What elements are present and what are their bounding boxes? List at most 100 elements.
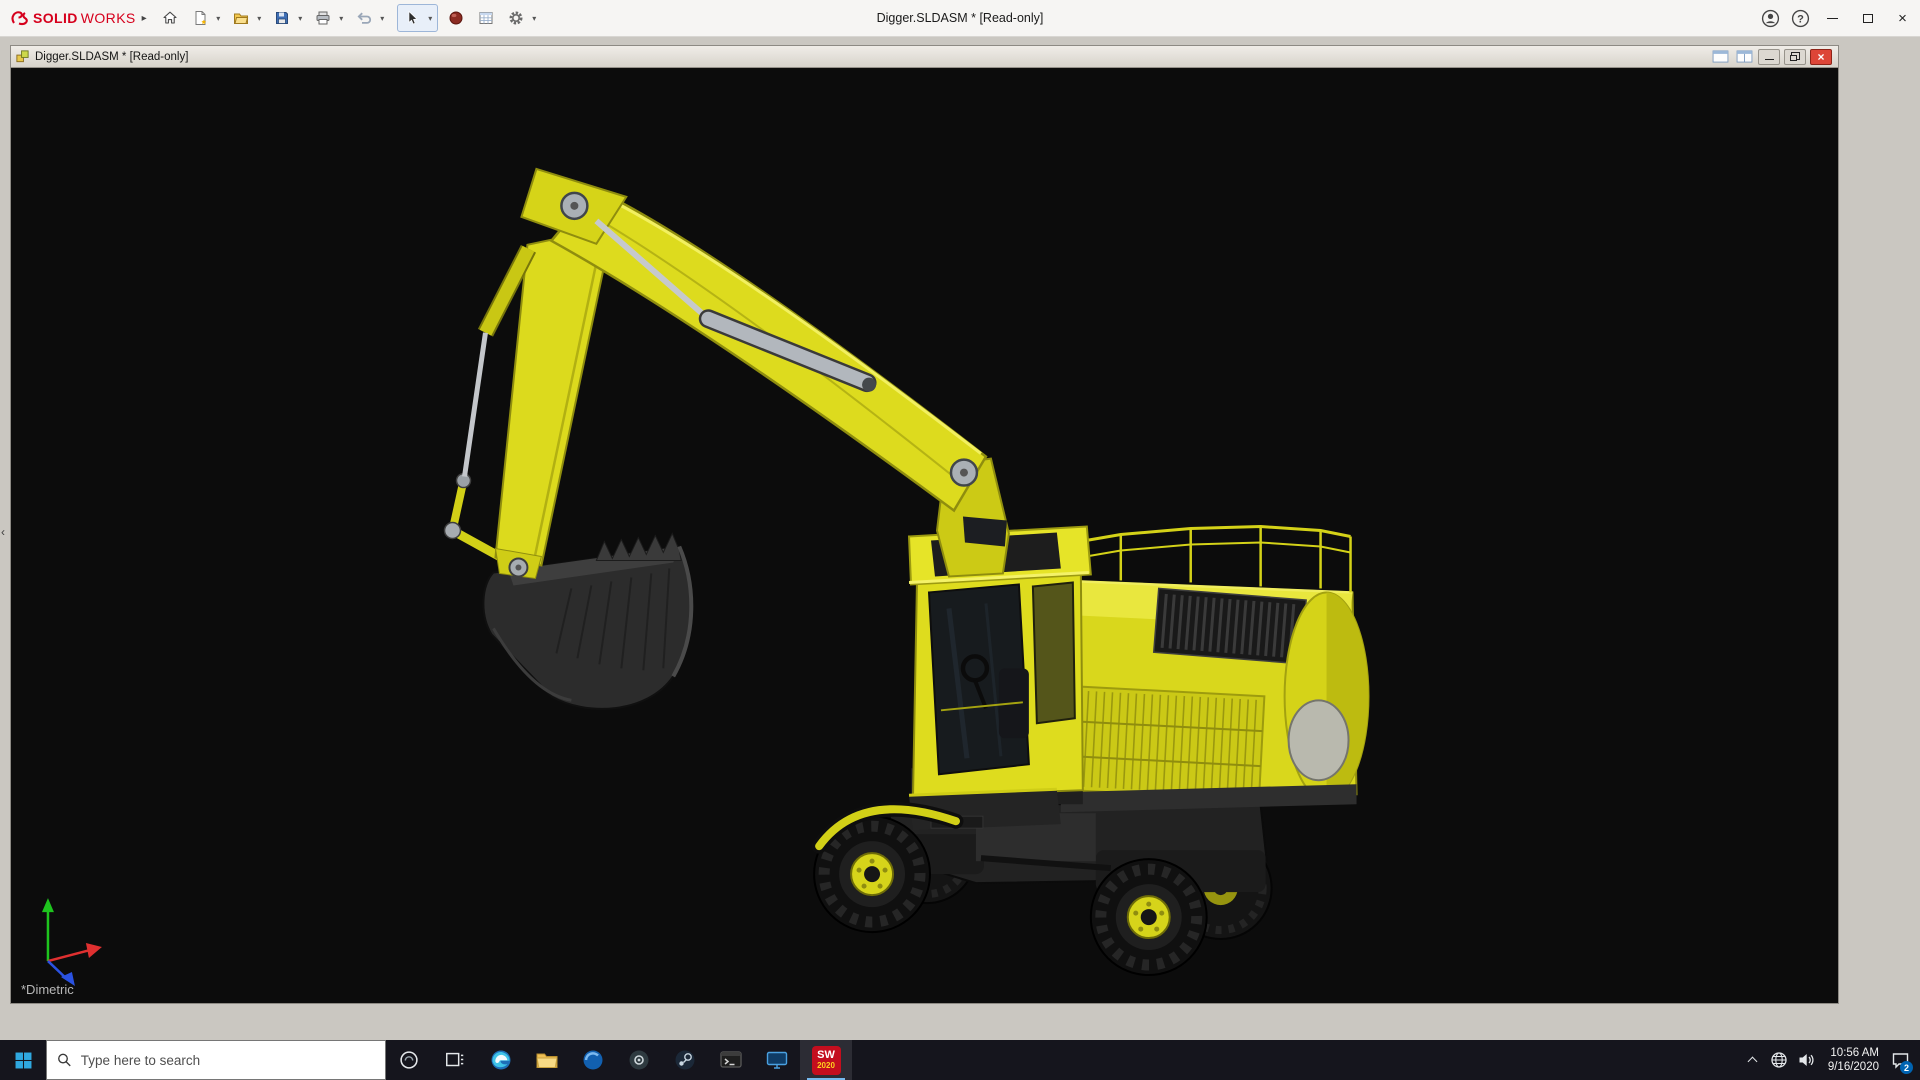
taskbar-icon-edge[interactable] [478,1040,524,1080]
taskbar-clock[interactable]: 10:56 AM 9/16/2020 [1820,1046,1887,1074]
save-button[interactable] [269,5,295,31]
quick-access-toolbar: ▾ ▾ ▾ [157,4,544,32]
home-button[interactable] [157,5,183,31]
taskbar-icon-steam[interactable] [662,1040,708,1080]
app-titlebar: SOLIDWORKS ▸ ▾ [0,0,1920,37]
side-window [1033,582,1075,723]
design-table-button[interactable] [473,5,499,31]
print-button[interactable] [310,5,336,31]
save-icon [274,10,290,26]
action-center-button[interactable]: 2 [1887,1040,1914,1080]
doc-restore-icon [1790,52,1800,61]
options-button[interactable] [503,5,529,31]
pane-window-icon [1712,50,1729,63]
help-button[interactable]: ? [1785,0,1815,37]
tray-overflow-button[interactable] [1739,1040,1766,1080]
design-table-icon [478,10,494,26]
print-dropdown[interactable]: ▾ [336,14,347,23]
options-dropdown[interactable]: ▾ [529,14,540,23]
doc-minimize-icon [1765,59,1774,61]
maximize-button[interactable] [1850,0,1885,37]
search-input[interactable] [81,1053,375,1068]
engine-grille [1154,588,1306,663]
taskbar-icon-app-blue[interactable] [570,1040,616,1080]
taskbar-icon-photos[interactable] [616,1040,662,1080]
render-sphere-icon [448,10,464,26]
orientation-triad [42,898,102,986]
engine-housing[interactable] [1055,527,1369,813]
doc-close-icon: × [1817,51,1824,63]
network-button[interactable] [1766,1040,1793,1080]
doc-minimize-button[interactable] [1758,49,1780,65]
print-icon [315,10,331,26]
document-titlebar[interactable]: Digger.SLDASM * [Read-only] [11,46,1838,68]
speaker-icon [1797,1051,1815,1069]
minimize-icon [1827,18,1838,20]
undo-icon [356,10,372,26]
cortana-button[interactable] [386,1040,432,1080]
taskbar-icon-console[interactable] [708,1040,754,1080]
open-folder-icon [233,10,249,26]
volume-button[interactable] [1793,1040,1820,1080]
screen: SOLIDWORKS ▸ ▾ [0,0,1920,1080]
select-dropdown[interactable]: ▾ [425,14,436,23]
doc-pane-button-1[interactable] [1710,49,1730,65]
file-explorer-icon [535,1048,559,1072]
taskbar-icon-remote-desktop[interactable] [754,1040,800,1080]
new-document-icon [192,10,208,26]
svg-text:?: ? [1797,14,1804,26]
brand-text-solid: SOLID [33,10,78,26]
open-dropdown[interactable]: ▾ [254,14,265,23]
windows-logo-icon [15,1052,32,1069]
render-sphere-button[interactable] [443,5,469,31]
search-icon [57,1052,72,1068]
open-button[interactable] [228,5,254,31]
user-icon [1761,9,1780,28]
undo-button[interactable] [351,5,377,31]
clock-date: 9/16/2020 [1828,1060,1879,1074]
chevron-up-icon [1747,1057,1757,1067]
assembly-document-icon [15,49,30,64]
bucket-teeth [596,534,681,561]
workspace: ‹ Digger.SLDASM * [Read-only] [0,37,1920,1040]
blue-circle-app-icon [581,1048,605,1072]
doc-close-button[interactable]: × [1810,49,1832,65]
dark-circle-app-icon [627,1048,651,1072]
select-button[interactable] [399,5,425,31]
doc-restore-button[interactable] [1784,49,1806,65]
maximize-icon [1863,14,1873,23]
console-window-icon [719,1048,743,1072]
window-title: Digger.SLDASM * [Read-only] [877,11,1044,25]
document-title: Digger.SLDASM * [Read-only] [35,51,188,63]
solidworks-logo: SOLIDWORKS [10,10,136,26]
excavator-model[interactable] [12,69,1837,1002]
cortana-icon [398,1049,420,1071]
menu-expand-arrow[interactable]: ▸ [142,13,147,24]
minimize-button[interactable] [1815,0,1850,37]
new-document-dropdown[interactable]: ▾ [213,14,224,23]
viewport-3d[interactable]: *Dimetric [12,69,1837,1002]
steam-app-icon [673,1048,697,1072]
select-tool-group: ▾ [397,4,438,32]
taskbar-icon-file-explorer[interactable] [524,1040,570,1080]
wheel-rear-near[interactable] [1091,859,1207,975]
view-orientation-label: *Dimetric [21,982,74,997]
taskbar: SW 2020 10 [0,1040,1920,1080]
system-tray: 10:56 AM 9/16/2020 2 [1739,1040,1920,1080]
notification-badge: 2 [1900,1061,1913,1074]
undo-dropdown[interactable]: ▾ [377,14,388,23]
close-button[interactable]: × [1885,0,1920,37]
dassault-logo-icon [10,10,30,26]
doc-pane-button-2[interactable] [1734,49,1754,65]
account-button[interactable] [1755,0,1785,37]
taskbar-search[interactable] [46,1040,386,1080]
panel-collapse-arrow[interactable]: ‹ [1,525,5,539]
task-view-button[interactable] [432,1040,478,1080]
new-document-button[interactable] [187,5,213,31]
start-button[interactable] [0,1040,46,1080]
task-view-icon [444,1049,466,1071]
clock-time: 10:56 AM [1828,1046,1879,1060]
taskbar-icon-solidworks[interactable]: SW 2020 [800,1040,852,1080]
help-icon: ? [1791,9,1810,28]
save-dropdown[interactable]: ▾ [295,14,306,23]
